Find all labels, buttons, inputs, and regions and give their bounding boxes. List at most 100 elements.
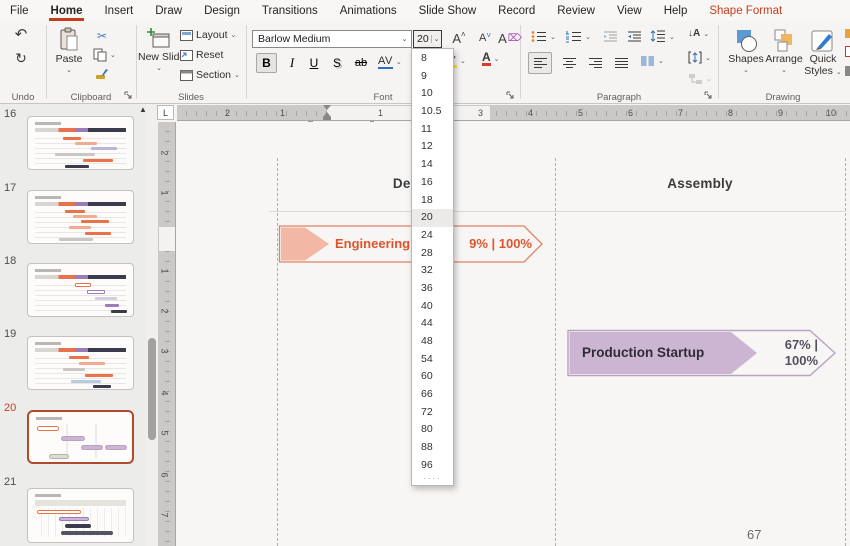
layout-button[interactable]: Layout ⌄ xyxy=(180,29,236,41)
font-size-option[interactable]: 66 xyxy=(412,386,453,404)
font-size-option[interactable]: 32 xyxy=(412,262,453,280)
slide-thumbnail-16[interactable] xyxy=(27,116,134,170)
slide-thumbnail-19[interactable] xyxy=(27,336,134,390)
shapes-button[interactable]: Shapes ⌄ xyxy=(727,29,765,77)
menu-insert[interactable]: Insert xyxy=(104,5,133,17)
slide-thumbnail-18[interactable] xyxy=(27,263,134,317)
menu-slide-show[interactable]: Slide Show xyxy=(419,5,477,17)
cut-button[interactable]: ✂ xyxy=(93,29,111,43)
menu-view[interactable]: View xyxy=(617,5,642,17)
slide-thumbnail-21[interactable] xyxy=(27,488,134,543)
font-size-option[interactable]: 16 xyxy=(412,174,453,192)
font-size-combo[interactable]: 20 ⌄ xyxy=(413,30,442,48)
font-size-option[interactable]: 72 xyxy=(412,404,453,422)
copy-button[interactable]: ⌄ xyxy=(93,48,116,62)
indent-marker[interactable] xyxy=(322,105,332,120)
underline-button[interactable]: U xyxy=(305,53,323,73)
strikethrough-button[interactable]: ab xyxy=(350,53,372,73)
font-size-option[interactable]: 44 xyxy=(412,315,453,333)
paragraph-dialog-launcher[interactable] xyxy=(704,91,714,101)
convert-smartart-button[interactable]: ⌄ xyxy=(688,73,712,85)
align-right-button[interactable] xyxy=(584,52,606,74)
phase-title-assembly[interactable]: Assembly xyxy=(555,176,845,191)
thumbnail-scrollbar-thumb[interactable] xyxy=(148,338,156,440)
font-size-option[interactable]: 36 xyxy=(412,280,453,298)
production-startup-bar[interactable]: Production Startup 67% | 100% xyxy=(566,328,840,378)
line-spacing-button[interactable]: ⌄ xyxy=(650,30,675,43)
character-spacing-button[interactable]: AV ⌄ xyxy=(378,55,402,69)
font-size-option[interactable]: 8 xyxy=(412,50,453,68)
reset-button[interactable]: Reset xyxy=(180,49,223,61)
font-size-option[interactable]: 11 xyxy=(412,121,453,139)
thumbnail-scrollbar-track[interactable] xyxy=(146,104,158,546)
text-direction-button[interactable]: ↓A ⌄ xyxy=(688,28,709,39)
font-name-value: Barlow Medium xyxy=(253,33,398,45)
increase-font-button[interactable]: A˄ xyxy=(448,29,470,47)
justify-button[interactable] xyxy=(610,52,632,74)
section-button[interactable]: Section ⌄ xyxy=(180,69,240,81)
bullets-button[interactable]: ⌄ xyxy=(531,30,556,43)
columns-button[interactable]: ⌄ xyxy=(640,55,664,67)
align-text-button[interactable]: ⌄ xyxy=(688,51,711,64)
font-name-combo[interactable]: Barlow Medium ⌄ xyxy=(252,30,412,48)
increase-indent-button[interactable] xyxy=(625,30,643,44)
font-size-option[interactable]: 14 xyxy=(412,156,453,174)
slide-page-number[interactable]: 67 xyxy=(747,527,761,542)
align-left-button[interactable] xyxy=(528,52,552,74)
font-size-option[interactable]: 60 xyxy=(412,368,453,386)
menu-animations[interactable]: Animations xyxy=(340,5,397,17)
decrease-font-button[interactable]: A˅ xyxy=(474,29,496,47)
quick-styles-button[interactable]: Quick Styles ⌄ xyxy=(803,29,843,79)
menu-file[interactable]: File xyxy=(10,5,29,17)
menu-help[interactable]: Help xyxy=(664,5,688,17)
highlight-color-chevron: ⌄ xyxy=(460,57,466,65)
font-size-option[interactable]: 54 xyxy=(412,351,453,369)
font-size-option[interactable]: 24 xyxy=(412,227,453,245)
font-size-option[interactable]: 10 xyxy=(412,85,453,103)
clipboard-dialog-launcher[interactable] xyxy=(124,91,134,101)
decrease-indent-icon xyxy=(603,31,618,43)
new-slide-button[interactable]: New Slide ⌄ xyxy=(139,27,179,75)
menu-shape-format[interactable]: Shape Format xyxy=(709,5,782,17)
font-size-option[interactable]: 40 xyxy=(412,298,453,316)
font-size-option[interactable]: 48 xyxy=(412,333,453,351)
font-size-option[interactable]: 28 xyxy=(412,245,453,263)
font-size-option[interactable]: 96 xyxy=(412,457,453,475)
menu-record[interactable]: Record xyxy=(498,5,535,17)
font-size-option[interactable]: 12 xyxy=(412,138,453,156)
slide-canvas[interactable]: Design Assembly Engineering Schedule 9% … xyxy=(177,122,850,546)
font-color-button[interactable]: A ⌄ xyxy=(482,52,500,66)
decrease-indent-button[interactable] xyxy=(601,30,619,44)
thumbnail-scroll-up-icon[interactable]: ▲ xyxy=(139,105,147,114)
font-size-option[interactable]: 18 xyxy=(412,192,453,210)
align-center-button[interactable] xyxy=(558,52,580,74)
font-size-option[interactable]: 80 xyxy=(412,421,453,439)
font-size-option-selected[interactable]: 20 xyxy=(412,209,453,227)
menu-transitions[interactable]: Transitions xyxy=(262,5,318,17)
menu-review[interactable]: Review xyxy=(557,5,595,17)
italic-button[interactable]: I xyxy=(283,53,301,73)
font-size-option[interactable]: 10.5 xyxy=(412,103,453,121)
shapes-icon xyxy=(733,29,759,53)
numbering-button[interactable]: ⌄ xyxy=(566,30,591,43)
paste-button[interactable]: Paste ⌄ xyxy=(50,27,88,77)
text-shadow-button[interactable]: S xyxy=(328,53,346,73)
vruler-number: 3 xyxy=(160,348,170,353)
slide-thumbnail-20[interactable] xyxy=(27,410,134,464)
font-size-option[interactable]: 9 xyxy=(412,68,453,86)
redo-button[interactable]: ↻ xyxy=(10,49,32,67)
clear-formatting-button[interactable]: A⌦ xyxy=(499,29,521,47)
menu-draw[interactable]: Draw xyxy=(155,5,182,17)
tab-stop-selector[interactable]: L xyxy=(157,105,174,120)
font-dialog-launcher[interactable] xyxy=(506,91,516,101)
vruler-number: 5 xyxy=(160,430,170,435)
font-size-option[interactable]: 88 xyxy=(412,439,453,457)
menu-design[interactable]: Design xyxy=(204,5,240,17)
arrange-button[interactable]: Arrange ⌄ xyxy=(765,29,803,77)
undo-button[interactable]: ↶ xyxy=(10,25,32,43)
menu-home[interactable]: Home xyxy=(51,5,83,17)
slide-thumbnail-17[interactable] xyxy=(27,190,134,244)
bold-button[interactable]: B xyxy=(256,53,277,73)
align-text-chevron: ⌄ xyxy=(705,54,711,62)
format-painter-button[interactable] xyxy=(93,67,111,81)
